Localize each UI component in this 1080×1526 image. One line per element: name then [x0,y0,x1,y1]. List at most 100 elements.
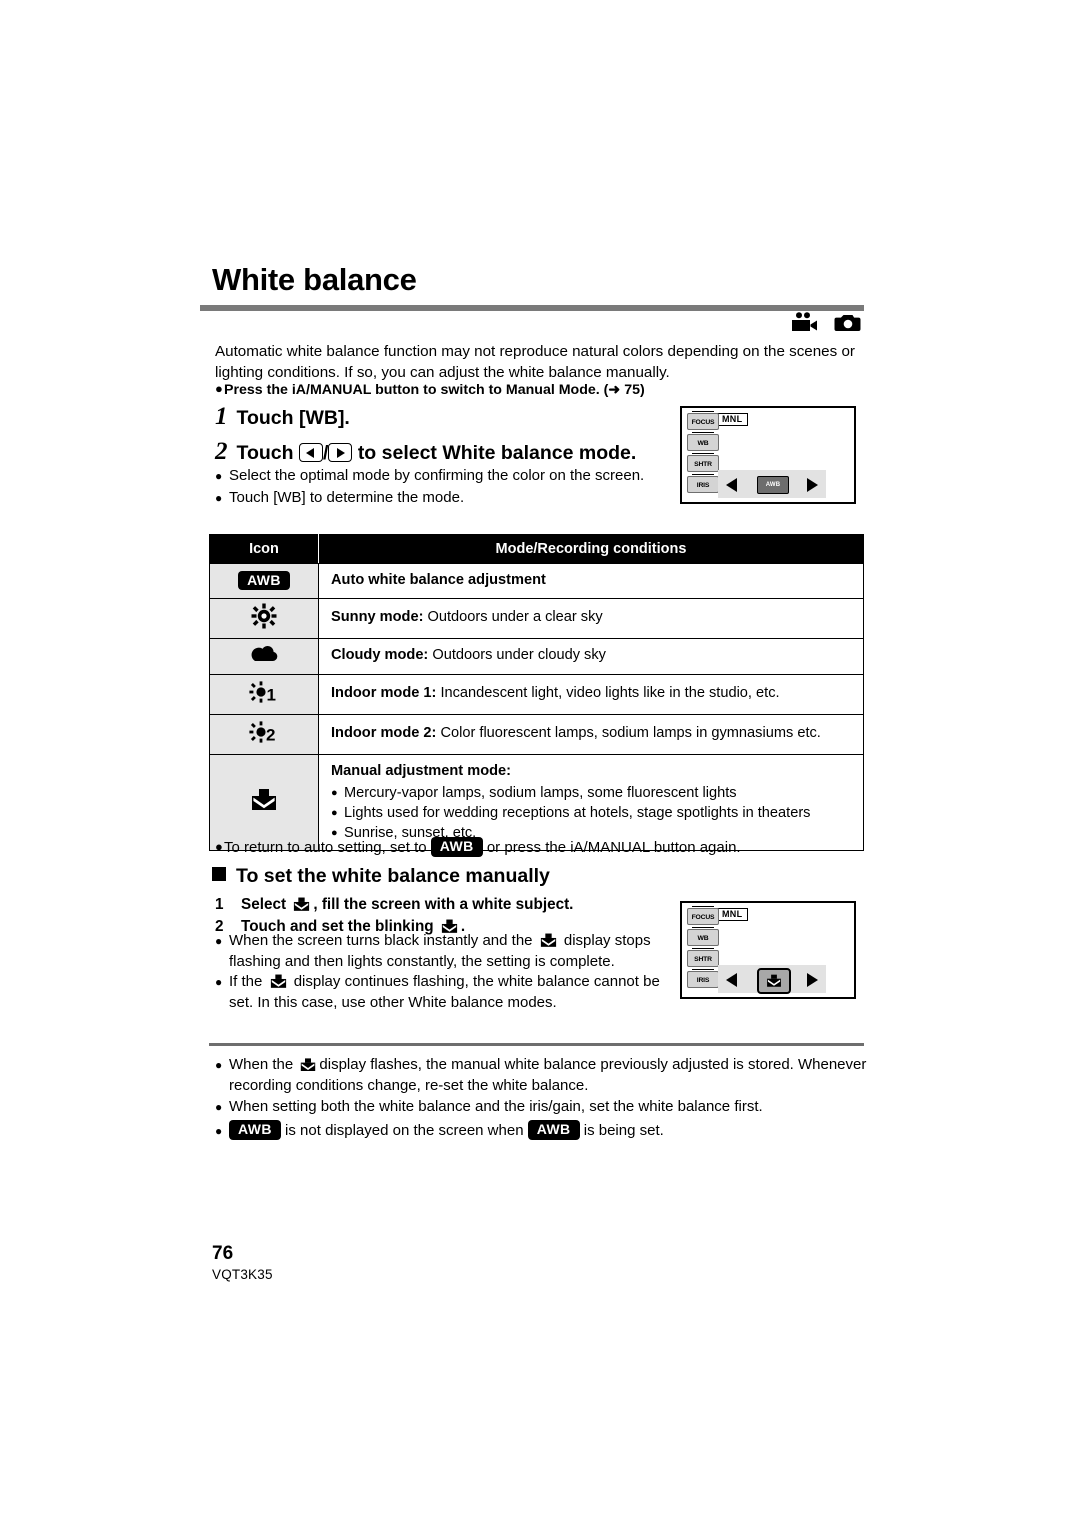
bullet-dot: ● [331,787,338,799]
manual-wb-icon [540,933,556,947]
awb-chip-icon: AWB [229,1120,281,1140]
lcd-button-wb[interactable]: WB [687,432,719,451]
step-note-row: ● Touch [WB] to determine the mode. [215,488,655,509]
lcd-button-focus[interactable]: FOCUS [687,411,719,430]
cloudy-icon [209,637,319,675]
lcd-button-iris-label: IRIS [696,977,710,984]
lcd-right-arrow-icon[interactable] [807,973,818,987]
lcd-button-iris-label: IRIS [696,482,710,489]
bullet-dot: ● [215,1124,223,1138]
mode-detail: Color fluorescent lamps, sodium lamps in… [436,725,821,742]
table-cell-description: Sunny mode: Outdoors under a clear sky [318,597,864,639]
manual-section-heading: To set the white balance manually [212,865,550,888]
step-notes: ● Select the optimal mode by confirming t… [215,466,655,510]
bullet-dot: ● [215,975,223,989]
lcd-nav-bar: AWB [718,470,826,498]
manual-wb-icon [767,974,781,987]
mnl-label: MNL [716,908,749,921]
manual-step-1-text: Select , fill the screen with a white su… [241,894,573,916]
lcd-screen-illustration-manual: MNL FOCUS WB SHTR IRIS [680,901,856,999]
bullet-dot: ● [215,491,223,505]
table-row: AWB Auto white balance adjustment [209,563,864,599]
manual-note-1: ● When the screen turns black instantly … [215,931,660,972]
lcd-right-arrow-icon[interactable] [807,478,818,492]
page-number: 76 [212,1243,234,1264]
table-header-conditions: Mode/Recording conditions [318,534,864,564]
end-note-1: ● When the display flashes, the manual w… [215,1055,875,1096]
bullet-dot: ● [215,381,223,396]
lcd-button-iris[interactable]: IRIS [687,969,719,988]
lcd-button-shtr[interactable]: SHTR [687,453,719,472]
mode-detail: Outdoors under a clear sky [423,609,603,626]
table-cell-description: Indoor mode 1: Incandescent light, video… [318,673,864,715]
step-2-suffix: to select White balance mode. [357,442,637,464]
mode-title: Indoor mode 1: [331,685,437,702]
end-note-1a: When the [229,1056,294,1073]
end-note-3b: is not displayed on the screen when [285,1122,524,1139]
left-arrow-key-icon[interactable] [298,443,323,462]
lcd-button-shtr-label: SHTR [694,461,712,468]
table-row: Cloudy mode: Outdoors under cloudy sky [209,637,864,675]
table-cell-description: Cloudy mode: Outdoors under cloudy sky [318,637,864,675]
end-note-3: ● AWB is not displayed on the screen whe… [215,1119,875,1143]
table-row: Sunny mode: Outdoors under a clear sky [209,597,864,639]
manual-note-2a: If the [229,973,263,990]
step-2-prefix: Touch [236,442,294,464]
manual-step-1-suffix: , fill the screen with a white subject. [313,896,574,913]
bullet-dot: ● [215,1100,223,1114]
table-header-row: Icon Mode/Recording conditions [209,534,864,564]
lcd-nav-bar [718,965,826,994]
return-note-prefix: To return to auto setting, set to [224,839,427,856]
return-to-auto-note: ●To return to auto setting, set to AWB o… [215,836,875,858]
lcd-left-arrow-icon[interactable] [726,973,737,987]
step-1-text: Touch [WB]. [236,407,350,429]
intro-paragraph: Automatic white balance function may not… [215,343,855,381]
manual-wb-icon [294,897,310,911]
mode-title: Sunny mode: [331,609,424,626]
mode-title: Indoor mode 2: [331,725,437,742]
sublist-text: Mercury-vapor lamps, sodium lamps, some … [344,785,737,801]
lcd-manual-wb-chip[interactable] [757,968,791,994]
bullet-dot: ● [215,469,223,483]
step-note-text: Select the optimal mode by confirming th… [229,467,645,484]
lcd-awb-chip[interactable]: AWB [757,476,789,494]
table-row: 1 Indoor mode 1: Incandescent light, vid… [209,673,864,715]
lcd-button-shtr-label: SHTR [694,956,712,963]
manual-note-2: ● If the display continues flashing, the… [215,972,660,1013]
return-note-suffix: or press the iA/MANUAL button again. [486,839,741,856]
manual-section-heading-text: To set the white balance manually [236,865,550,887]
end-note-1b: display flashes, the manual white balanc… [229,1056,867,1094]
table-header-icon: Icon [209,534,319,564]
step-1-number: 1 [215,403,228,430]
lcd-button-iris[interactable]: IRIS [687,474,719,493]
end-note-3-text: AWB is not displayed on the screen when … [229,1119,664,1143]
square-bullet-icon [212,867,226,881]
svg-text:1: 1 [267,685,276,704]
sublist-item: ● Mercury-vapor lamps, sodium lamps, some… [331,783,853,803]
manual-note-2b: display continues flashing, the white ba… [229,973,660,1011]
manual-note-1-text: When the screen turns black instantly an… [229,931,660,972]
lcd-button-focus[interactable]: FOCUS [687,906,719,925]
sublist-text: Lights used for wedding receptions at ho… [344,805,811,821]
right-arrow-key-icon[interactable] [328,443,353,462]
table-cell-description: Auto white balance adjustment [318,563,864,599]
awb-chip-icon: AWB [209,563,319,599]
manual-step-1-number: 1 [215,896,224,913]
sunny-icon [209,597,319,639]
manual-note-1a: When the screen turns black instantly an… [229,932,533,949]
document-code: VQT3K35 [212,1267,273,1282]
page-title: White balance [212,262,417,297]
bullet-dot: ● [331,807,338,819]
indoor-2-icon: 2 [209,713,319,755]
end-note-2: ● When setting both the white balance an… [215,1097,875,1118]
lcd-button-wb[interactable]: WB [687,927,719,946]
intro-bullet-text: Press the iA/MANUAL button to switch to … [224,382,645,398]
section-divider [209,1043,864,1046]
awb-chip-label: AWB [238,570,290,591]
end-note-3d: is being set. [583,1122,664,1139]
lcd-awb-chip-label: AWB [765,482,781,488]
lcd-button-focus-label: FOCUS [691,914,715,921]
mode-title: Cloudy mode: [331,647,429,664]
lcd-left-arrow-icon[interactable] [726,478,737,492]
lcd-button-shtr[interactable]: SHTR [687,948,719,967]
